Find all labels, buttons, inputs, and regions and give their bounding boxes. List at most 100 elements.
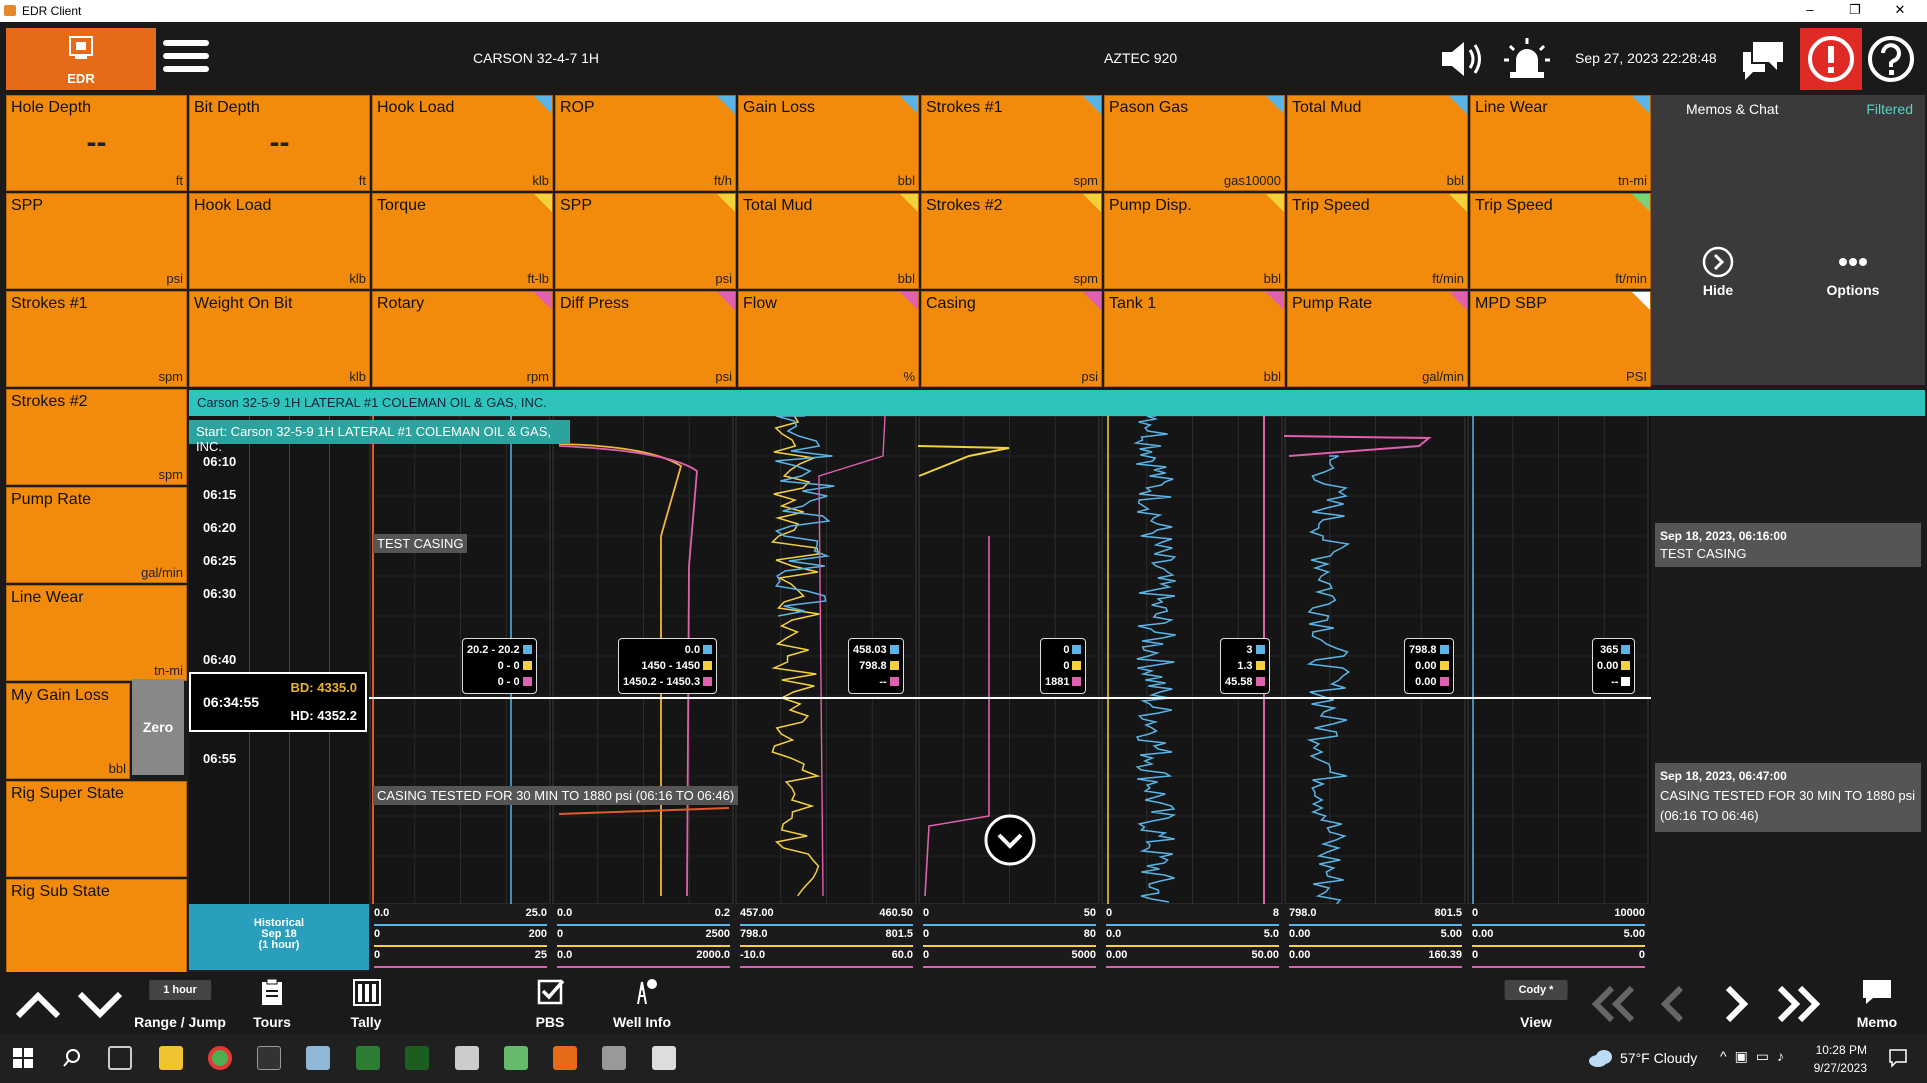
tile-my-gain-loss[interactable]: My Gain Loss bbl: [6, 683, 130, 779]
tile-hole-depth[interactable]: Hole Depth -- ft: [6, 95, 187, 191]
hide-label: Hide: [1702, 282, 1734, 298]
app-icon[interactable]: [602, 1046, 626, 1070]
tile-line-wear[interactable]: Line Wear tn-mi: [6, 585, 187, 681]
tile-trip-speed[interactable]: Trip Speed ft/min: [1470, 193, 1651, 289]
track-readout-box: 0.0 1450 - 1450 1450.2 - 1450.3: [618, 638, 718, 694]
forward-fast-icon[interactable]: [1774, 984, 1824, 1024]
tile-strokes-1[interactable]: Strokes #1 spm: [921, 95, 1102, 191]
tile-flow[interactable]: Flow%: [738, 291, 919, 387]
tile-torque[interactable]: Torque ft-lb: [372, 193, 553, 289]
app-icon[interactable]: [455, 1046, 479, 1070]
alert-button[interactable]: [1800, 28, 1862, 90]
hide-button[interactable]: Hide: [1673, 245, 1763, 298]
tile-rop[interactable]: ROP ft/h: [555, 95, 736, 191]
help-icon[interactable]: [1862, 30, 1920, 88]
system-clock[interactable]: 10:28 PM 9/27/2023: [1814, 1041, 1867, 1077]
tile-mpd-sbp[interactable]: MPD SBP PSI: [1470, 291, 1651, 387]
tile-line-wear[interactable]: Line Wear tn-mi: [1470, 95, 1651, 191]
tile-total-mud[interactable]: Total Mud bbl: [738, 193, 919, 289]
memo-item[interactable]: Sep 18, 2023, 06:16:00 TEST CASING: [1655, 523, 1921, 567]
memo-text: CASING TESTED FOR 30 MIN TO 1880 psi (06…: [1660, 788, 1916, 823]
forward-icon[interactable]: [1718, 984, 1754, 1024]
system-tray[interactable]: ^▣▭♪: [1720, 1048, 1792, 1065]
tile-total-mud[interactable]: Total Mud bbl: [1287, 95, 1468, 191]
hamburger-menu-icon[interactable]: [163, 40, 209, 80]
tally-button[interactable]: Tally: [338, 972, 394, 1034]
scroll-down-circle-icon[interactable]: [983, 813, 1037, 867]
minimize-icon[interactable]: –: [1790, 1, 1830, 21]
edr-taskbar-icon[interactable]: [553, 1046, 577, 1070]
tours-button[interactable]: Tours: [244, 972, 300, 1034]
tile-flag-icon: [1083, 292, 1101, 310]
tile-gain-loss[interactable]: Gain Loss bbl: [738, 95, 919, 191]
memo-item[interactable]: Sep 18, 2023, 06:47:00 CASING TESTED FOR…: [1655, 763, 1921, 832]
tile-spp[interactable]: SPP psi: [6, 193, 187, 289]
zero-button[interactable]: Zero: [132, 679, 184, 775]
task-view-icon[interactable]: [108, 1046, 132, 1070]
range-jump-button[interactable]: 1 hour Range / Jump: [130, 972, 230, 1034]
chrome-icon[interactable]: [208, 1046, 232, 1070]
options-button[interactable]: Options: [1808, 245, 1898, 298]
tile-hook-load[interactable]: Hook Load klb: [189, 193, 370, 289]
edr-icon: [69, 36, 93, 59]
app-icon[interactable]: [306, 1046, 330, 1070]
tile-hook-load[interactable]: Hook Load klb: [372, 95, 553, 191]
tile-rig-sub-state[interactable]: Rig Sub State: [6, 879, 187, 975]
file-explorer-icon[interactable]: [159, 1046, 183, 1070]
time-axis[interactable]: 06:0506:1006:1506:2006:2506:3006:4006:45…: [189, 416, 369, 904]
readout-line: 798.8: [853, 658, 899, 674]
tile-casing[interactable]: Casing psi: [921, 291, 1102, 387]
tile-value: --: [269, 126, 290, 159]
tile-pason-gas[interactable]: Pason Gas gas10000: [1104, 95, 1285, 191]
pbs-button[interactable]: PBS: [522, 972, 578, 1034]
scale-max: 60.0: [891, 949, 913, 961]
track-scale: 0.00 5.00: [1472, 928, 1645, 947]
app-icon[interactable]: [652, 1046, 676, 1070]
tile-bit-depth[interactable]: Bit Depth -- ft: [189, 95, 370, 191]
scroll-down-icon[interactable]: [76, 986, 124, 1022]
tile-rig-super-state[interactable]: Rig Super State: [6, 781, 187, 877]
memo-button[interactable]: Memo: [1845, 972, 1909, 1034]
search-icon[interactable]: [62, 1048, 82, 1068]
tile-strokes-1[interactable]: Strokes #1 spm: [6, 291, 187, 387]
tile-weight-on-bit[interactable]: Weight On Bit klb: [189, 291, 370, 387]
close-icon[interactable]: ✕: [1880, 1, 1920, 21]
spreadsheet-icon[interactable]: [356, 1046, 380, 1070]
alarm-light-icon[interactable]: [1498, 30, 1556, 88]
tile-strokes-2[interactable]: Strokes #2 spm: [6, 389, 187, 485]
edr-button[interactable]: EDR: [6, 28, 156, 90]
rewind-fast-icon[interactable]: [1588, 984, 1638, 1024]
tile-pump-disp-[interactable]: Pump Disp. bbl: [1104, 193, 1285, 289]
tile-pump-rate[interactable]: Pump Rate gal/min: [1287, 291, 1468, 387]
well-info-button[interactable]: Well Info: [610, 972, 674, 1034]
chat-icon[interactable]: [1735, 30, 1793, 88]
view-button[interactable]: Cody * View: [1495, 972, 1577, 1034]
app-icon[interactable]: [405, 1046, 429, 1070]
scale-max: 10000: [1614, 907, 1645, 919]
tile-spp[interactable]: SPP psi: [555, 193, 736, 289]
windows-start-icon[interactable]: [13, 1048, 33, 1068]
terminal-icon[interactable]: [257, 1046, 281, 1070]
series-swatch-icon: [1621, 677, 1631, 686]
tile-unit: gas10000: [1223, 173, 1281, 188]
scroll-up-icon[interactable]: [14, 986, 62, 1022]
restore-icon[interactable]: ❐: [1835, 1, 1875, 21]
notifications-icon[interactable]: [1888, 1048, 1908, 1068]
memos-filter[interactable]: Filtered: [1866, 101, 1913, 117]
back-icon[interactable]: [1655, 984, 1691, 1024]
series-swatch-icon: [1072, 645, 1082, 654]
app-icon[interactable]: [504, 1046, 528, 1070]
hole-depth-readout: HD: 4352.2: [290, 708, 357, 723]
tile-trip-speed[interactable]: Trip Speed ft/min: [1287, 193, 1468, 289]
tile-pump-rate[interactable]: Pump Rate gal/min: [6, 487, 187, 583]
scale-min: 0: [374, 928, 381, 940]
tile-tank-1[interactable]: Tank 1 bbl: [1104, 291, 1285, 387]
track-scale: 0 80: [923, 928, 1096, 947]
tile-name: Pump Rate: [11, 491, 92, 508]
tile-name: Tank 1: [1109, 295, 1157, 312]
tile-rotary[interactable]: Rotary rpm: [372, 291, 553, 387]
historical-indicator[interactable]: Historical Sep 18 (1 hour): [189, 904, 369, 970]
speaker-icon[interactable]: [1432, 30, 1490, 88]
tile-strokes-2[interactable]: Strokes #2 spm: [921, 193, 1102, 289]
tile-diff-press[interactable]: Diff Press psi: [555, 291, 736, 387]
